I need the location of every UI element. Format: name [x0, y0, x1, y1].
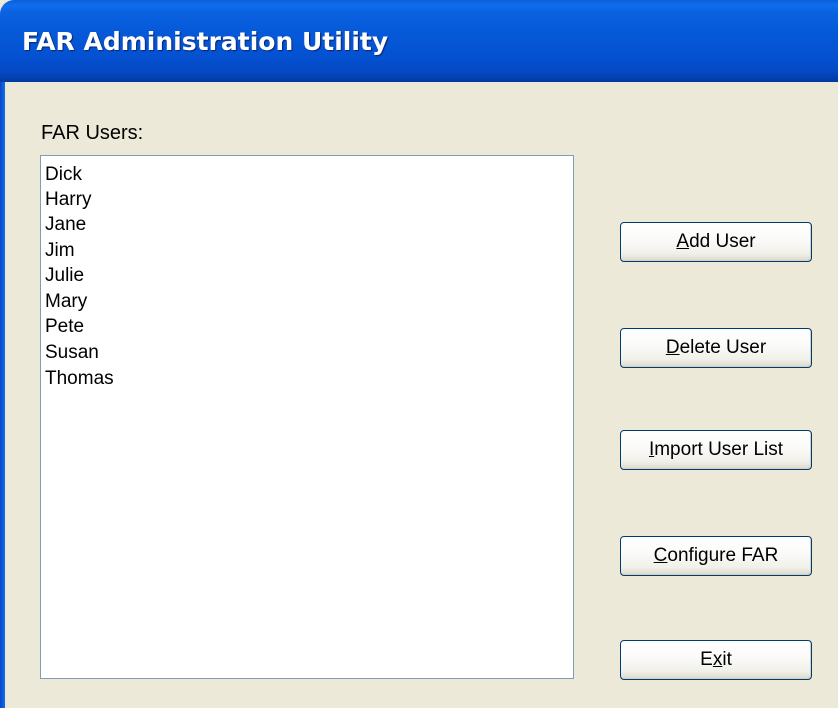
far-users-label: FAR Users:	[41, 122, 144, 144]
list-item[interactable]: Jim	[45, 238, 75, 264]
exit-label-pre: E	[700, 649, 713, 670]
add-user-button[interactable]: Add User	[620, 222, 812, 262]
import-user-list-button[interactable]: Import User List	[620, 430, 812, 470]
delete-user-button[interactable]: Delete User	[620, 328, 812, 368]
delete-user-label: elete User	[679, 337, 767, 358]
configure-far-button[interactable]: Configure FAR	[620, 536, 812, 576]
list-item[interactable]: Mary	[45, 289, 87, 315]
import-user-list-label: mport User List	[654, 439, 784, 460]
exit-label-rest: it	[722, 649, 732, 670]
add-user-label: dd User	[689, 231, 756, 252]
list-item[interactable]: Jane	[45, 212, 86, 238]
exit-accelerator: x	[712, 649, 723, 670]
list-item[interactable]: Pete	[45, 314, 84, 340]
exit-button[interactable]: Ex it	[620, 640, 812, 680]
title-bar[interactable]: FAR Administration Utility	[0, 0, 838, 82]
configure-far-accelerator: C	[653, 545, 668, 566]
list-item[interactable]: Julie	[45, 263, 84, 289]
list-item[interactable]: Harry	[45, 187, 91, 213]
list-item[interactable]: Thomas	[45, 366, 114, 392]
users-listbox[interactable]: Dick Harry Jane Jim Julie Mary Pete Susa…	[40, 155, 574, 679]
list-item[interactable]: Susan	[45, 340, 99, 366]
far-admin-window: FAR Administration Utility FAR Users: Di…	[0, 0, 838, 708]
list-item[interactable]: Dick	[45, 162, 82, 188]
window-left-border	[0, 82, 5, 708]
window-title: FAR Administration Utility	[22, 27, 389, 56]
delete-user-accelerator: D	[665, 337, 680, 358]
add-user-accelerator: A	[676, 231, 690, 252]
configure-far-label: onfigure FAR	[667, 545, 779, 566]
